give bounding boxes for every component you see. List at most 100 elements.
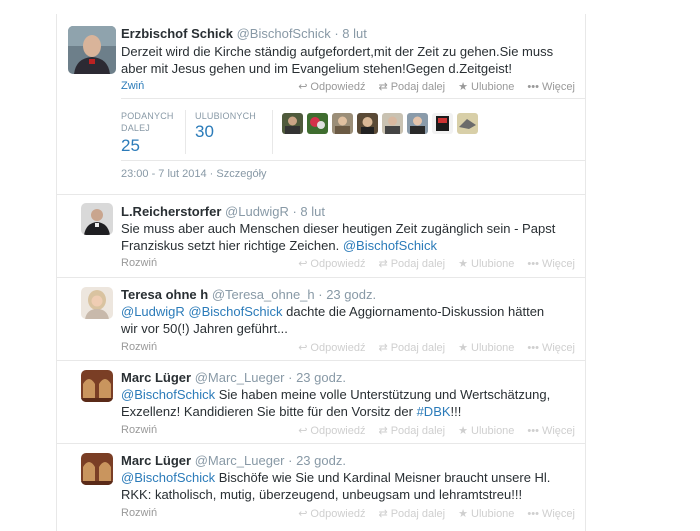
favoriter-avatar[interactable]	[332, 113, 353, 134]
author-handle[interactable]: @BischofSchick	[237, 26, 331, 41]
reply-button[interactable]: ↩ Odpowiedź	[298, 424, 366, 438]
retweet-label: Podaj dalej	[390, 257, 446, 270]
tweet-text: @BischofSchick Bischöfe wie Sie und Kard…	[121, 469, 561, 503]
mention-link[interactable]: @BischofSchick	[343, 238, 437, 253]
favoriter-avatar[interactable]	[282, 113, 303, 134]
mention-link[interactable]: @BischofSchick	[121, 387, 215, 402]
author-name[interactable]: L.Reicherstorfer	[121, 204, 221, 219]
favoriter-avatar[interactable]	[432, 113, 453, 134]
reply-icon: ↩	[298, 425, 308, 437]
tweet-time[interactable]: · 8 lut	[334, 26, 367, 41]
stat-separator	[185, 110, 186, 154]
tweet-actions: ↩ Odpowiedź ⇄ Podaj dalej ★ Ulubione ••• Wię…	[298, 341, 575, 355]
retweet-button[interactable]: ⇄ Podaj dalej	[378, 80, 445, 94]
more-button[interactable]: ••• Więcej	[527, 341, 575, 354]
avatar-image	[68, 26, 116, 74]
reply-icon: ↩	[298, 508, 308, 520]
retweets-count[interactable]: 25	[121, 136, 140, 156]
retweet-label: Podaj dalej	[390, 341, 446, 354]
favoriters-list	[282, 113, 478, 134]
favorite-button[interactable]: ★ Ulubione	[458, 341, 515, 355]
reply-button[interactable]: ↩ Odpowiedź	[298, 507, 366, 521]
tweet-actions: ↩ Odpowiedź ⇄ Podaj dalej ★ Ulubione ••• Wię…	[298, 424, 575, 438]
mention-link[interactable]: @BischofSchick	[188, 304, 282, 319]
divider	[121, 160, 585, 161]
tweet-text: Derzeit wird die Kirche ständig aufgefor…	[121, 44, 554, 76]
favorite-icon: ★	[458, 425, 468, 437]
author-name[interactable]: Marc Lüger	[121, 453, 191, 468]
retweet-label: Podaj dalej	[390, 507, 446, 520]
favoriter-avatar[interactable]	[407, 113, 428, 134]
reply-label: Odpowiedź	[310, 507, 366, 520]
author-handle[interactable]: @Teresa_ohne_h	[212, 287, 315, 302]
favorite-label: Ulubione	[471, 424, 515, 437]
reply-label: Odpowiedź	[310, 257, 366, 270]
retweet-button[interactable]: ⇄ Podaj dalej	[378, 341, 446, 355]
avatar[interactable]	[81, 453, 113, 485]
favoriter-avatar[interactable]	[307, 113, 328, 134]
author-name[interactable]: Teresa ohne h	[121, 287, 208, 302]
reply-tweet: Marc Lüger @Marc_Lueger · 23 godz. @Bisc…	[57, 444, 585, 531]
more-icon: •••	[527, 341, 539, 354]
retweet-icon: ⇄	[378, 81, 388, 93]
reply-tweet: Teresa ohne h @Teresa_ohne_h · 23 godz. …	[57, 278, 585, 361]
avatar[interactable]	[81, 203, 113, 235]
avatar[interactable]	[68, 26, 116, 74]
timeline: Erzbischof Schick @BischofSchick · 8 lut…	[56, 14, 586, 531]
avatar-image	[81, 287, 113, 319]
author-handle[interactable]: @LudwigR	[225, 204, 289, 219]
favorite-label: Ulubione	[471, 257, 515, 270]
tweet-time[interactable]: · 8 lut	[292, 204, 325, 219]
retweet-button[interactable]: ⇄ Podaj dalej	[378, 257, 446, 271]
avatar[interactable]	[81, 370, 113, 402]
favoriter-avatar[interactable]	[357, 113, 378, 134]
retweet-button[interactable]: ⇄ Podaj dalej	[378, 507, 446, 521]
retweet-label: Podaj dalej	[390, 424, 446, 437]
author-name[interactable]: Marc Lüger	[121, 370, 191, 385]
expand-link[interactable]: Rozwiń	[121, 424, 157, 436]
avatar-image	[81, 370, 113, 402]
retweet-icon: ⇄	[378, 425, 388, 437]
more-button[interactable]: ••• Więcej	[527, 507, 575, 520]
avatar-image	[81, 203, 113, 235]
main-tweet: Erzbischof Schick @BischofSchick · 8 lut…	[57, 14, 585, 195]
reply-button[interactable]: ↩ Odpowiedź	[298, 341, 365, 355]
favorites-count[interactable]: 30	[195, 122, 214, 142]
mention-link[interactable]: @LudwigR	[121, 304, 185, 319]
favorite-label: Ulubione	[471, 341, 515, 354]
favorite-button[interactable]: ★ Ulubione	[458, 257, 515, 271]
favorite-icon: ★	[458, 258, 468, 270]
tweet-time[interactable]: · 23 godz.	[318, 287, 376, 302]
hashtag-link[interactable]: #DBK	[417, 404, 451, 419]
favoriter-avatar[interactable]	[457, 113, 478, 134]
author-handle[interactable]: @Marc_Lueger	[195, 453, 285, 468]
tweet-time[interactable]: · 23 godz.	[288, 370, 346, 385]
more-label: Więcej	[541, 257, 575, 270]
collapse-link[interactable]: Zwiń	[121, 80, 144, 92]
mention-link[interactable]: @BischofSchick	[121, 470, 215, 485]
retweet-button[interactable]: ⇄ Podaj dalej	[378, 424, 446, 438]
reply-icon: ↩	[298, 342, 308, 354]
more-icon: •••	[527, 507, 539, 520]
expand-link[interactable]: Rozwiń	[121, 507, 157, 519]
reply-button[interactable]: ↩ Odpowiedź	[298, 257, 366, 271]
favorite-button[interactable]: ★ Ulubione	[458, 80, 514, 94]
expand-link[interactable]: Rozwiń	[121, 341, 157, 353]
more-button[interactable]: ••• Więcej	[527, 424, 575, 437]
reply-label: Odpowiedź	[310, 424, 366, 437]
more-button[interactable]: ••• Więcej	[527, 80, 575, 93]
tweet-datetime[interactable]: 23:00 - 7 lut 2014 · Szczegóły	[121, 168, 267, 180]
more-label: Więcej	[541, 507, 575, 520]
expand-link[interactable]: Rozwiń	[121, 257, 157, 269]
favoriter-avatar[interactable]	[382, 113, 403, 134]
author-name[interactable]: Erzbischof Schick	[121, 26, 233, 41]
reply-button[interactable]: ↩ Odpowiedź	[298, 80, 365, 94]
avatar[interactable]	[81, 287, 113, 319]
tweet-text: @LudwigR @BischofSchick dachte die Aggio…	[121, 303, 561, 337]
favorite-button[interactable]: ★ Ulubione	[458, 507, 514, 521]
favorite-button[interactable]: ★ Ulubione	[458, 424, 515, 438]
more-button[interactable]: ••• Więcej	[527, 257, 575, 270]
author-handle[interactable]: @Marc_Lueger	[195, 370, 285, 385]
tweet-time[interactable]: · 23 godz.	[288, 453, 346, 468]
tweet-text: @BischofSchick Sie haben meine volle Unt…	[121, 386, 561, 420]
